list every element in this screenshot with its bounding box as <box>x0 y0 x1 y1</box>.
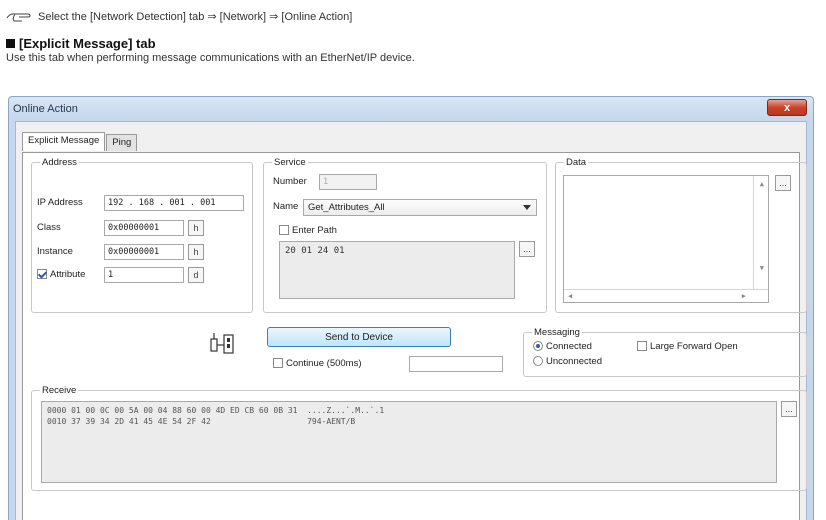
continue-checkbox[interactable] <box>273 358 283 369</box>
large-forward-open-label: Large Forward Open <box>650 341 738 352</box>
send-to-device-button[interactable]: Send to Device <box>267 327 451 347</box>
square-bullet-icon <box>6 39 15 48</box>
enter-path-checkbox-row[interactable]: Enter Path <box>279 225 337 236</box>
receive-data-field[interactable]: 0000 01 00 0C 00 5A 00 04 88 60 00 4D ED… <box>41 401 777 483</box>
section-title-text: [Explicit Message] tab <box>19 36 156 51</box>
large-forward-open-row[interactable]: Large Forward Open <box>637 341 738 352</box>
attribute-dec-button[interactable]: d <box>188 267 204 283</box>
scroll-right-icon[interactable]: ▶ <box>742 292 746 300</box>
service-legend: Service <box>274 157 306 168</box>
horizontal-scrollbar[interactable] <box>564 289 768 290</box>
instance-label: Instance <box>37 246 73 257</box>
data-edit-button[interactable]: ... <box>775 175 791 191</box>
connected-radio[interactable] <box>533 341 543 352</box>
attribute-field[interactable]: 1 <box>104 267 184 283</box>
vertical-scrollbar[interactable] <box>753 176 754 290</box>
class-hex-button[interactable]: h <box>188 220 204 236</box>
continue-label: Continue (500ms) <box>286 358 362 369</box>
scroll-down-icon[interactable]: ▼ <box>760 264 764 272</box>
continue-checkbox-row[interactable]: Continue (500ms) <box>273 358 362 369</box>
document-header: Select the [Network Detection] tab ⇒ [Ne… <box>6 8 820 64</box>
attribute-checkbox-row[interactable]: Attribute <box>37 269 85 280</box>
service-path-edit-button[interactable]: ... <box>519 241 535 257</box>
number-label: Number <box>273 176 307 187</box>
menu-path-text: Select the [Network Detection] tab ⇒ [Ne… <box>38 10 353 23</box>
tab-explicit-message[interactable]: Explicit Message <box>22 132 106 151</box>
scroll-up-icon[interactable]: ▲ <box>760 180 764 188</box>
hand-pointer-icon <box>6 13 31 22</box>
connected-radio-row[interactable]: Connected <box>533 341 592 352</box>
attribute-checkbox[interactable] <box>37 269 47 280</box>
unconnected-radio-row[interactable]: Unconnected <box>533 356 602 367</box>
section-description: Use this tab when performing message com… <box>6 52 415 64</box>
connected-label: Connected <box>546 341 592 352</box>
enter-path-checkbox[interactable] <box>279 225 289 236</box>
scroll-left-icon[interactable]: ◀ <box>568 292 572 300</box>
section-title: [Explicit Message] tab <box>6 36 820 51</box>
menu-path-instruction: Select the [Network Detection] tab ⇒ [Ne… <box>6 8 820 24</box>
tab-ping[interactable]: Ping <box>106 134 138 151</box>
enter-path-label: Enter Path <box>292 225 337 236</box>
unconnected-radio[interactable] <box>533 356 543 367</box>
class-label: Class <box>37 222 61 233</box>
ip-address-label: IP Address <box>37 197 83 208</box>
large-forward-open-checkbox[interactable] <box>637 341 647 352</box>
receive-line: 0000 01 00 0C 00 5A 00 04 88 60 00 4D ED… <box>47 406 385 415</box>
data-legend: Data <box>566 157 587 168</box>
instance-hex-button[interactable]: h <box>188 244 204 260</box>
messaging-legend: Messaging <box>534 327 580 338</box>
online-action-window: Online Action x Explicit Message Ping Ad… <box>8 96 814 520</box>
number-field: 1 <box>319 174 377 190</box>
instance-field[interactable]: 0x00000001 <box>104 244 184 260</box>
window-client-area: Explicit Message Ping Address IP Address… <box>15 121 807 520</box>
explicit-message-page: Address IP Address 192 . 168 . 001 . 001… <box>22 152 807 520</box>
receive-edit-button[interactable]: ... <box>781 401 797 417</box>
address-legend: Address <box>42 157 77 168</box>
close-button[interactable]: x <box>767 99 807 116</box>
receive-legend: Receive <box>42 385 77 396</box>
service-name-label: Name <box>273 201 299 212</box>
messaging-group: Messaging <box>523 327 807 377</box>
continue-interval-field[interactable] <box>409 356 503 372</box>
window-title: Online Action <box>13 103 78 115</box>
data-field[interactable]: ▲ ▼ ◀ ▶ <box>563 175 769 303</box>
window-title-bar: Online Action <box>9 97 813 121</box>
attribute-label: Attribute <box>50 269 86 280</box>
device-connector-icon <box>210 333 234 354</box>
service-name-value: Get_Attributes_All <box>308 202 385 213</box>
ip-address-field[interactable]: 192 . 168 . 001 . 001 <box>104 195 244 211</box>
service-path-field[interactable]: 20 01 24 01 <box>279 241 515 299</box>
receive-line: 0010 37 39 34 2D 41 45 4E 54 2F 42 794-A… <box>47 417 356 426</box>
service-name-select[interactable]: Get_Attributes_All <box>303 199 537 216</box>
class-field[interactable]: 0x00000001 <box>104 220 184 236</box>
unconnected-label: Unconnected <box>546 356 602 367</box>
chevron-down-icon <box>523 205 531 210</box>
tab-strip: Explicit Message Ping <box>22 132 138 151</box>
